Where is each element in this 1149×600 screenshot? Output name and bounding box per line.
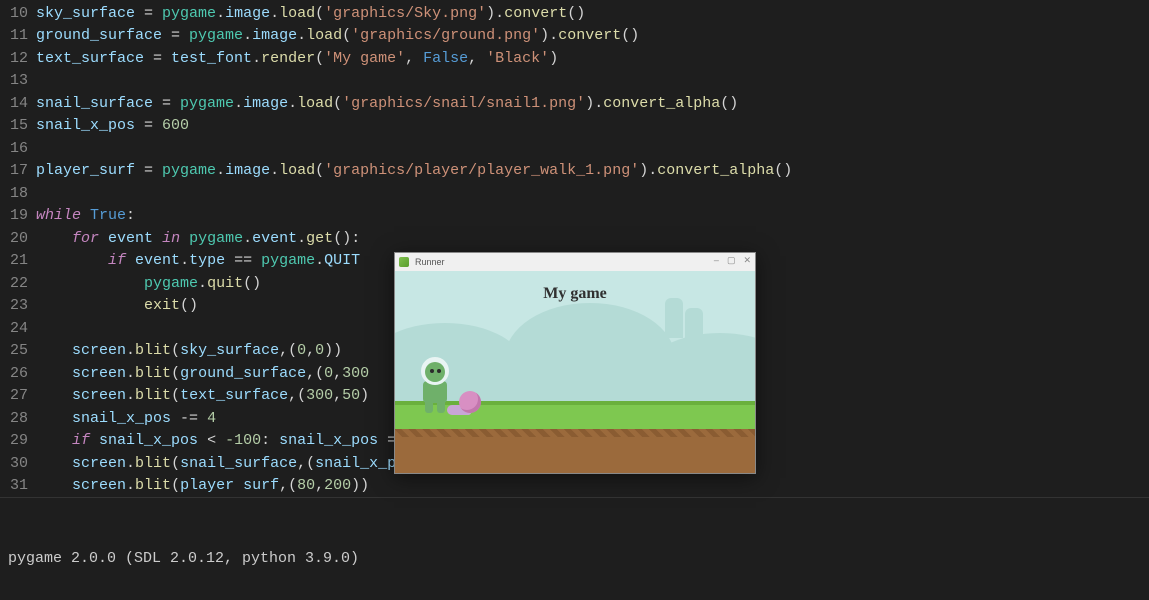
- code-line[interactable]: 16: [0, 137, 1149, 160]
- line-number: 19: [0, 207, 36, 224]
- line-number: 12: [0, 50, 36, 67]
- minimize-button[interactable]: –: [714, 255, 719, 266]
- window-title: Runner: [415, 257, 445, 267]
- code-line[interactable]: 15snail_x_pos = 600: [0, 115, 1149, 138]
- line-number: 21: [0, 252, 36, 269]
- line-number: 16: [0, 140, 36, 157]
- line-number: 31: [0, 477, 36, 494]
- line-number: 15: [0, 117, 36, 134]
- line-number: 17: [0, 162, 36, 179]
- line-number: 29: [0, 432, 36, 449]
- code-line[interactable]: 14snail_surface = pygame.image.load('gra…: [0, 92, 1149, 115]
- code-content[interactable]: text_surface = test_font.render('My game…: [36, 50, 1149, 67]
- code-content[interactable]: snail_surface = pygame.image.load('graph…: [36, 95, 1149, 112]
- ground-dirt: [395, 433, 755, 473]
- line-number: 24: [0, 320, 36, 337]
- game-title-text: My game: [395, 285, 755, 303]
- code-content[interactable]: ground_surface = pygame.image.load('grap…: [36, 27, 1149, 44]
- maximize-button[interactable]: ▢: [727, 255, 736, 266]
- code-line[interactable]: 19while True:: [0, 205, 1149, 228]
- code-line[interactable]: 18: [0, 182, 1149, 205]
- code-content[interactable]: for event in pygame.event.get():: [36, 230, 1149, 247]
- line-number: 28: [0, 410, 36, 427]
- line-number: 30: [0, 455, 36, 472]
- code-content[interactable]: screen.blit(player surf,(80,200)): [36, 477, 1149, 494]
- player-sprite: [417, 357, 453, 413]
- line-number: 23: [0, 297, 36, 314]
- terminal-line: pygame 2.0.0 (SDL 2.0.12, python 3.9.0): [8, 548, 1141, 570]
- code-content[interactable]: snail_x_pos = 600: [36, 117, 1149, 134]
- line-number: 13: [0, 72, 36, 89]
- code-line[interactable]: 13: [0, 70, 1149, 93]
- line-number: 10: [0, 5, 36, 22]
- code-line[interactable]: 10sky_surface = pygame.image.load('graph…: [0, 2, 1149, 25]
- line-number: 20: [0, 230, 36, 247]
- code-line[interactable]: 12text_surface = test_font.render('My ga…: [0, 47, 1149, 70]
- line-number: 25: [0, 342, 36, 359]
- code-content[interactable]: while True:: [36, 207, 1149, 224]
- code-line[interactable]: 11ground_surface = pygame.image.load('gr…: [0, 25, 1149, 48]
- line-number: 11: [0, 27, 36, 44]
- game-viewport: My game: [395, 271, 755, 473]
- line-number: 14: [0, 95, 36, 112]
- code-line[interactable]: 17player_surf = pygame.image.load('graph…: [0, 160, 1149, 183]
- terminal-panel[interactable]: pygame 2.0.0 (SDL 2.0.12, python 3.9.0) …: [0, 497, 1149, 600]
- line-number: 27: [0, 387, 36, 404]
- line-number: 18: [0, 185, 36, 202]
- background-cactus: [665, 298, 683, 338]
- code-line[interactable]: 20 for event in pygame.event.get():: [0, 227, 1149, 250]
- code-content[interactable]: player_surf = pygame.image.load('graphic…: [36, 162, 1149, 179]
- pygame-window[interactable]: Runner – ▢ ✕ My game: [394, 252, 756, 474]
- code-line[interactable]: 31 screen.blit(player surf,(80,200)): [0, 475, 1149, 498]
- code-content[interactable]: sky_surface = pygame.image.load('graphic…: [36, 5, 1149, 22]
- titlebar[interactable]: Runner – ▢ ✕: [395, 253, 755, 271]
- close-button[interactable]: ✕: [743, 255, 751, 266]
- line-number: 22: [0, 275, 36, 292]
- line-number: 26: [0, 365, 36, 382]
- background-cactus: [685, 308, 703, 338]
- app-icon: [399, 257, 409, 267]
